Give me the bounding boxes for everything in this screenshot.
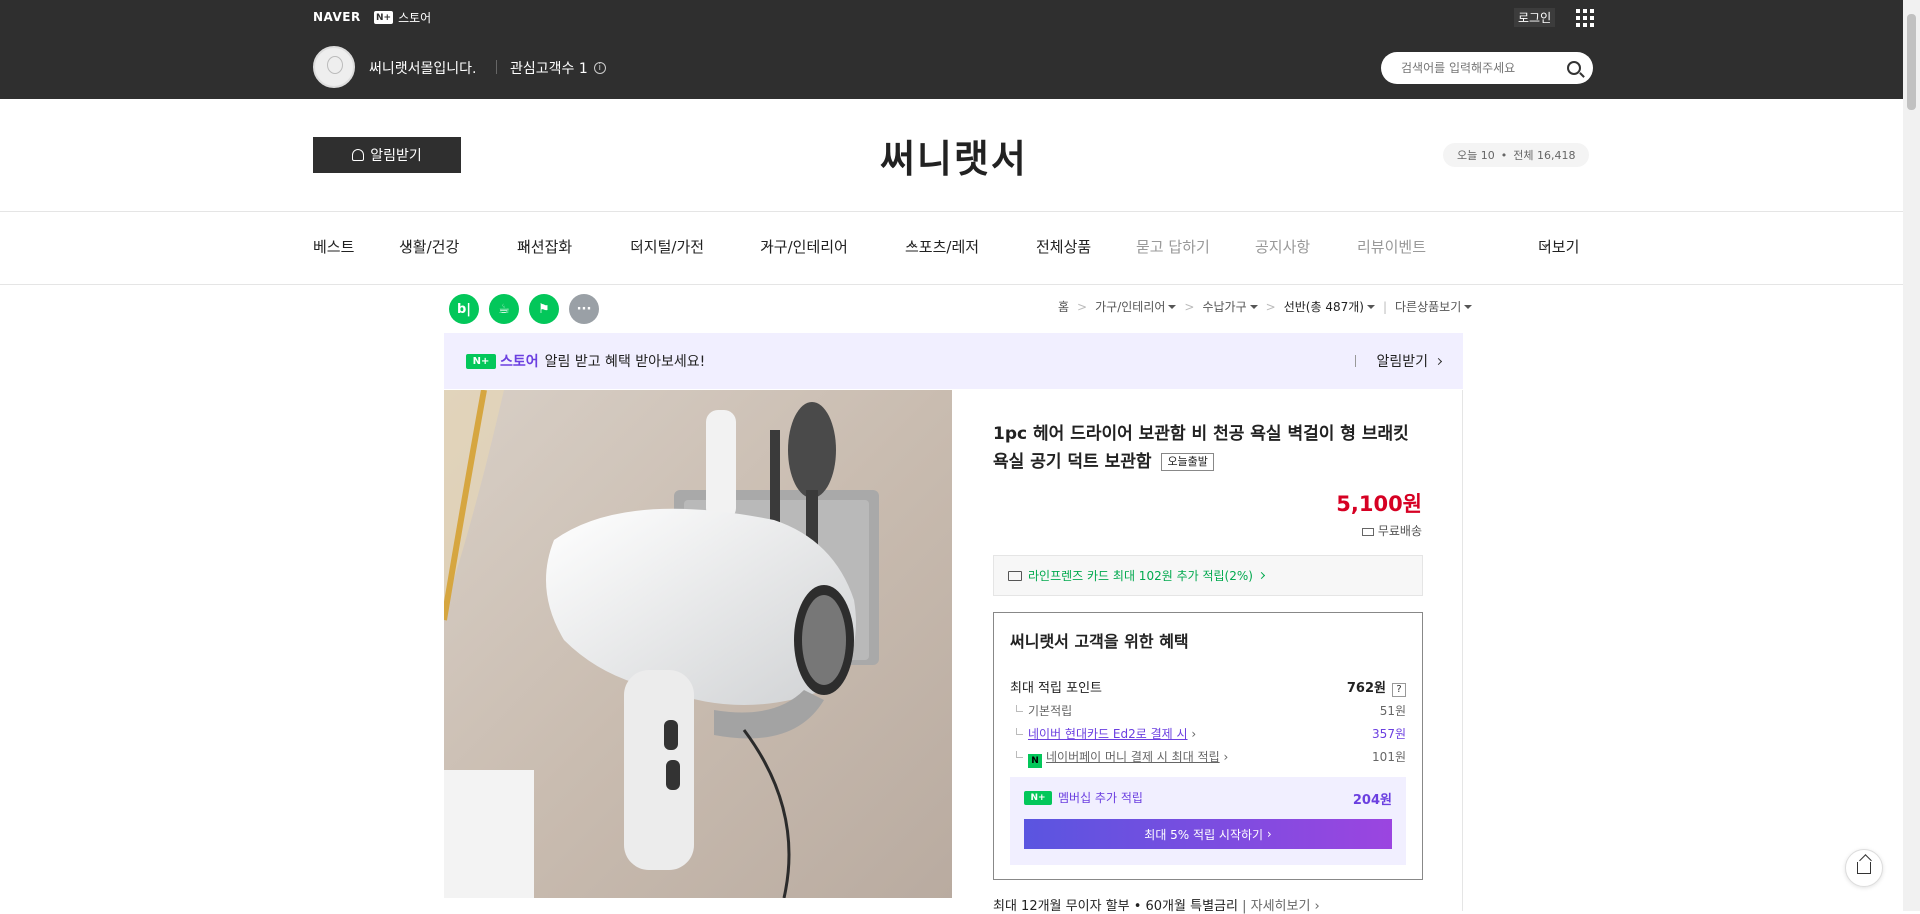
visitor-counter: 오늘 10 • 전체 16,418 (1443, 143, 1590, 167)
npay-link[interactable]: 네이버페이 머니 결제 시 최대 적립 (1046, 750, 1220, 764)
bookmark-button[interactable]: ⚑ (529, 294, 559, 324)
share-icon (1857, 862, 1871, 874)
nav-item-review-event[interactable]: 리뷰이벤트 (1357, 236, 1426, 257)
caret-down-icon (1366, 305, 1375, 309)
nav-item-notice[interactable]: 공지사항 (1255, 236, 1310, 257)
membership-points-value: 204원 (1352, 793, 1392, 808)
card-promo-link[interactable]: 라인프렌즈 카드 최대 102원 추가 적립(2%) (993, 555, 1423, 596)
top-bar: NAVER N+ 스토어 로그인 써니랫서몰입니다. 관심고객수 1 i (0, 0, 1903, 99)
nav-item-qna[interactable]: 묻고 답하기 (1136, 236, 1210, 257)
visitors-total: 전체 16,418 (1513, 149, 1576, 162)
bell-icon (352, 149, 365, 161)
product-title: 1pc 헤어 드라이어 보관함 비 천공 욕실 벽걸이 형 브래킷 욕실 공기 … (993, 424, 1409, 472)
search-box (1381, 52, 1593, 84)
card-points-row: 네이버 현대카드 Ed2로 결제 시 › 357원 (1010, 725, 1406, 742)
nplus-store-logo[interactable]: N+ 스토어 (374, 9, 431, 26)
scrollbar[interactable] (1903, 0, 1920, 911)
benefit-title: 써니랫서 고객을 위한 혜택 (1010, 632, 1189, 651)
other-products-dropdown[interactable]: 다른상품보기 (1395, 298, 1473, 315)
chevron-right-icon (1257, 571, 1265, 580)
membership-box: N+ 멤버십 추가 적립 204원 최대 5% 적립 시작하기 › (1010, 777, 1406, 865)
customer-benefit-box: 써니랫서 고객을 위한 혜택 최대 적립 포인트 762원? 기본적립 51원 … (993, 612, 1423, 880)
search-input[interactable] (1401, 61, 1567, 75)
share-button[interactable] (1845, 849, 1883, 887)
nav-item-fashion[interactable]: 패션잡화 (517, 236, 572, 256)
banner-alarm-link[interactable]: 알림받기 (1355, 351, 1443, 371)
shipping-info: 무료배송 (1200, 522, 1422, 539)
caret-down-icon (1249, 305, 1258, 309)
membership-start-button[interactable]: 최대 5% 적립 시작하기 › (1024, 819, 1392, 849)
nplus-store-label: 스토어 (398, 11, 432, 25)
nav-item-digital[interactable]: 디지털/가전 (630, 236, 704, 256)
visitors-today: 오늘 10 (1457, 149, 1495, 162)
naver-logo[interactable]: NAVER (313, 10, 361, 24)
nplus-badge: N+ (374, 11, 394, 24)
installment-info: 최대 12개월 무이자 할부 • 60개월 특별금리 | 자세히보기 › (993, 899, 1320, 914)
nav-item-best[interactable]: 베스트 (313, 236, 354, 257)
card-promo-text: 라인프렌즈 카드 최대 102원 추가 적립(2%) (1028, 569, 1253, 583)
caret-down-icon (1464, 305, 1473, 309)
credit-card-icon (1008, 570, 1022, 581)
product-price: 5,100원 (1336, 492, 1422, 516)
fans-count: 관심고객수 1 i (510, 58, 606, 78)
divider (496, 60, 497, 74)
breadcrumb-shelf[interactable]: 선반(총 487개) (1284, 298, 1375, 315)
nav-item-all-products[interactable]: 전체상품 (1036, 236, 1091, 257)
apps-grid-icon[interactable] (1576, 9, 1594, 27)
npay-points-row: N 네이버페이 머니 결제 시 최대 적립 › 101원 (1010, 748, 1406, 768)
npay-icon: N (1028, 754, 1042, 768)
blog-share-button[interactable]: b| (449, 294, 479, 324)
hyundai-card-link[interactable]: 네이버 현대카드 Ed2로 결제 시 (1028, 727, 1188, 741)
nav-item-furniture[interactable]: 가구/인테리어 (760, 236, 848, 256)
nav-item-living-health[interactable]: 생활/건강 (399, 236, 459, 256)
store-title[interactable]: 써니랫서 (880, 128, 1028, 183)
alarm-promo-banner: N+ 스토어 알림 받고 혜택 받아보세요! 알림받기 (444, 333, 1463, 389)
installment-detail-link[interactable]: 자세히보기 › (1251, 899, 1320, 914)
nav-item-sports[interactable]: 스포츠/레저 (905, 236, 979, 256)
alarm-subscribe-label: 알림받기 (370, 148, 422, 164)
breadcrumb-furniture[interactable]: 가구/인테리어 (1095, 298, 1177, 315)
scrollbar-thumb[interactable] (1907, 14, 1916, 110)
breadcrumb: 홈 > 가구/인테리어 > 수납가구 > 선반(총 487개) | 다른상품보기 (1058, 298, 1473, 315)
shop-name[interactable]: 써니랫서몰입니다. (369, 58, 477, 78)
login-button[interactable]: 로그인 (1514, 8, 1556, 27)
breadcrumb-storage[interactable]: 수납가구 (1202, 298, 1258, 315)
avatar[interactable] (313, 46, 355, 88)
nplus-store-label: 스토어 (500, 354, 539, 370)
today-ship-tag: 오늘출발 (1161, 453, 1214, 471)
max-points-row: 최대 적립 포인트 762원? (1010, 677, 1406, 697)
more-share-button[interactable]: ··· (569, 294, 599, 324)
alarm-subscribe-button[interactable]: 알림받기 (313, 137, 461, 173)
nav-more-button[interactable]: 더보기 (1538, 236, 1579, 256)
chevron-right-icon (1434, 357, 1443, 365)
help-icon[interactable]: ? (1392, 683, 1406, 697)
nplus-badge: N+ (466, 353, 496, 369)
fans-label: 관심고객수 1 (510, 61, 588, 77)
breadcrumb-home[interactable]: 홈 (1058, 298, 1069, 315)
product-image[interactable] (444, 390, 952, 898)
nplus-badge: N+ (1024, 790, 1052, 805)
caret-down-icon (1168, 305, 1177, 309)
truck-icon (1361, 528, 1374, 536)
basic-points-row: 기본적립 51원 (1010, 702, 1406, 719)
product-photo-hair-dryer (444, 390, 952, 898)
info-icon[interactable]: i (593, 62, 606, 74)
cafe-share-button[interactable]: ☕ (489, 294, 519, 324)
banner-text: 알림 받고 혜택 받아보세요! (544, 354, 706, 370)
divider (0, 284, 1903, 285)
search-icon[interactable] (1567, 61, 1581, 75)
divider (0, 211, 1903, 212)
